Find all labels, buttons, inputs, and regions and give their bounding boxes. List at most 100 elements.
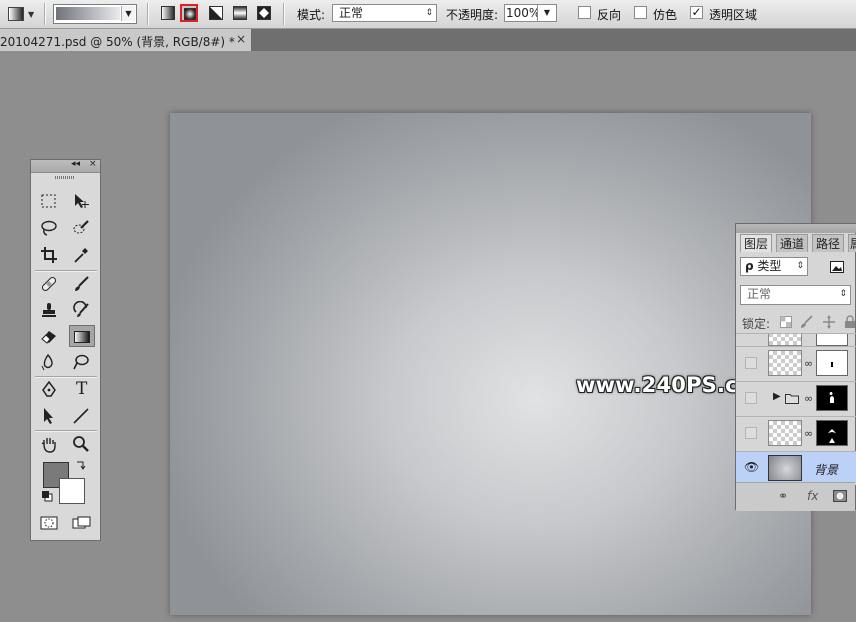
eye-icon[interactable]: 👁: [744, 460, 759, 474]
crop-tool[interactable]: [37, 244, 63, 266]
healing-brush-tool[interactable]: [37, 273, 63, 295]
fx-button[interactable]: fx: [807, 489, 818, 503]
collapse-icon[interactable]: ◂◂: [71, 159, 80, 169]
layer-row[interactable]: ∞: [736, 346, 856, 380]
layer-thumbnail: [768, 350, 802, 376]
transparency-label: 透明区域: [709, 8, 758, 22]
quick-mask-icon[interactable]: [40, 516, 58, 530]
mask-icon[interactable]: [833, 490, 847, 502]
radial-gradient-button[interactable]: [180, 4, 198, 22]
transparency-checkbox[interactable]: ✓: [690, 6, 703, 19]
visibility-toggle[interactable]: [745, 427, 757, 439]
blend-mode-select[interactable]: 正常 ⇕: [740, 285, 851, 305]
reflected-gradient-icon: [233, 6, 247, 20]
link-icon: ∞: [804, 427, 814, 440]
dodge-tool[interactable]: [69, 351, 95, 373]
eyedropper-icon: [74, 248, 88, 263]
tab-layers[interactable]: 图层: [740, 234, 773, 252]
opacity-label: 不透明度:: [446, 8, 499, 22]
opacity-dropdown[interactable]: ▼: [537, 4, 557, 22]
opacity-input[interactable]: 100%: [504, 4, 540, 22]
linear-gradient-icon: [161, 6, 175, 20]
blend-mode-value: 正常: [747, 287, 772, 301]
history-brush-tool[interactable]: [69, 299, 95, 321]
swap-colors-icon[interactable]: [75, 459, 87, 471]
layer-kind-filter[interactable]: ρ 类型 ⇕: [740, 257, 808, 276]
zoom-tool[interactable]: [69, 433, 95, 455]
mode-select[interactable]: 正常 ⇕: [332, 4, 437, 22]
layer-mask-thumbnail: [816, 385, 848, 411]
tab-paths[interactable]: 路径: [812, 234, 845, 252]
link-icon[interactable]: ⚭: [778, 489, 788, 503]
type-tool[interactable]: T: [69, 379, 95, 401]
dither-checkbox[interactable]: [634, 6, 647, 19]
line-icon: [73, 408, 89, 424]
pen-icon: [42, 381, 56, 397]
dodge-icon: [73, 354, 89, 370]
visibility-toggle[interactable]: [745, 392, 757, 404]
close-icon[interactable]: ×: [89, 159, 97, 169]
close-icon[interactable]: ×: [236, 32, 246, 46]
layer-row-background[interactable]: 👁 背景: [736, 451, 856, 485]
layer-mask-thumbnail: [816, 420, 848, 446]
path-selection-tool[interactable]: [37, 405, 63, 427]
lasso-tool[interactable]: [37, 217, 63, 239]
diamond-gradient-button[interactable]: [255, 4, 273, 22]
line-tool[interactable]: [69, 405, 95, 427]
document-canvas[interactable]: [170, 113, 811, 615]
tab-properties[interactable]: 属: [848, 234, 856, 252]
gradient-picker[interactable]: ▼: [53, 4, 137, 24]
layer-row[interactable]: ∞: [736, 416, 856, 450]
marquee-tool[interactable]: [37, 190, 63, 212]
updown-arrow-icon: ⇕: [796, 261, 804, 271]
layer-row[interactable]: [736, 333, 856, 346]
default-colors-icon[interactable]: [41, 490, 53, 502]
panel-header[interactable]: [736, 224, 856, 233]
lock-transparency-icon[interactable]: [780, 316, 792, 328]
blur-tool[interactable]: [37, 351, 63, 373]
reflected-gradient-button[interactable]: [231, 4, 249, 22]
lock-brush-icon[interactable]: [799, 315, 813, 329]
gradient-tool[interactable]: [69, 325, 95, 347]
eraser-tool[interactable]: [37, 325, 63, 347]
chevron-down-icon: ▼: [543, 8, 551, 17]
chevron-down-icon: ▼: [121, 6, 135, 21]
pen-tool[interactable]: [37, 379, 63, 401]
quick-selection-tool[interactable]: [69, 217, 95, 239]
expand-arrow-icon[interactable]: ▶: [773, 391, 781, 402]
move-icon: [75, 194, 89, 208]
lock-move-icon[interactable]: [822, 315, 836, 329]
chevron-down-icon: ▼: [28, 10, 35, 19]
quick-selection-icon: [73, 220, 89, 234]
divider: [283, 3, 285, 25]
layer-thumbnail: [768, 334, 802, 346]
mask-figure-icon: [828, 424, 836, 443]
move-tool[interactable]: [69, 190, 95, 212]
reverse-checkbox[interactable]: [578, 6, 591, 19]
tool-preset-picker[interactable]: ▼: [6, 5, 36, 23]
tab-channels[interactable]: 通道: [776, 234, 809, 252]
toolbox-header[interactable]: ◂◂ ×: [31, 159, 100, 173]
divider: [44, 3, 46, 25]
linear-gradient-button[interactable]: [159, 4, 177, 22]
brush-tool[interactable]: [69, 273, 95, 295]
layer-group-row[interactable]: ▶ ∞: [736, 381, 856, 415]
angle-gradient-button[interactable]: [207, 4, 225, 22]
folder-icon: [785, 394, 799, 404]
updown-arrow-icon: ⇕: [839, 289, 847, 299]
arrow-cursor-icon: [44, 408, 53, 424]
screen-mode-icon[interactable]: [72, 516, 92, 530]
hand-tool[interactable]: [37, 433, 63, 455]
document-tab-bar: 20104271.psd @ 50% (背景, RGB/8#) * ×: [0, 29, 856, 51]
document-tab[interactable]: 20104271.psd @ 50% (背景, RGB/8#) * ×: [0, 29, 252, 51]
background-color-swatch[interactable]: [59, 478, 85, 504]
magnifier-icon: [73, 436, 89, 452]
link-icon: ∞: [804, 392, 814, 405]
image-filter-icon[interactable]: [830, 261, 844, 273]
eyedropper-tool[interactable]: [69, 244, 95, 266]
lock-all-icon[interactable]: [844, 315, 856, 329]
clone-stamp-tool[interactable]: [37, 299, 63, 321]
panel-grip[interactable]: [55, 176, 75, 179]
layer-mask-thumbnail: [816, 334, 848, 346]
visibility-toggle[interactable]: [745, 357, 757, 369]
